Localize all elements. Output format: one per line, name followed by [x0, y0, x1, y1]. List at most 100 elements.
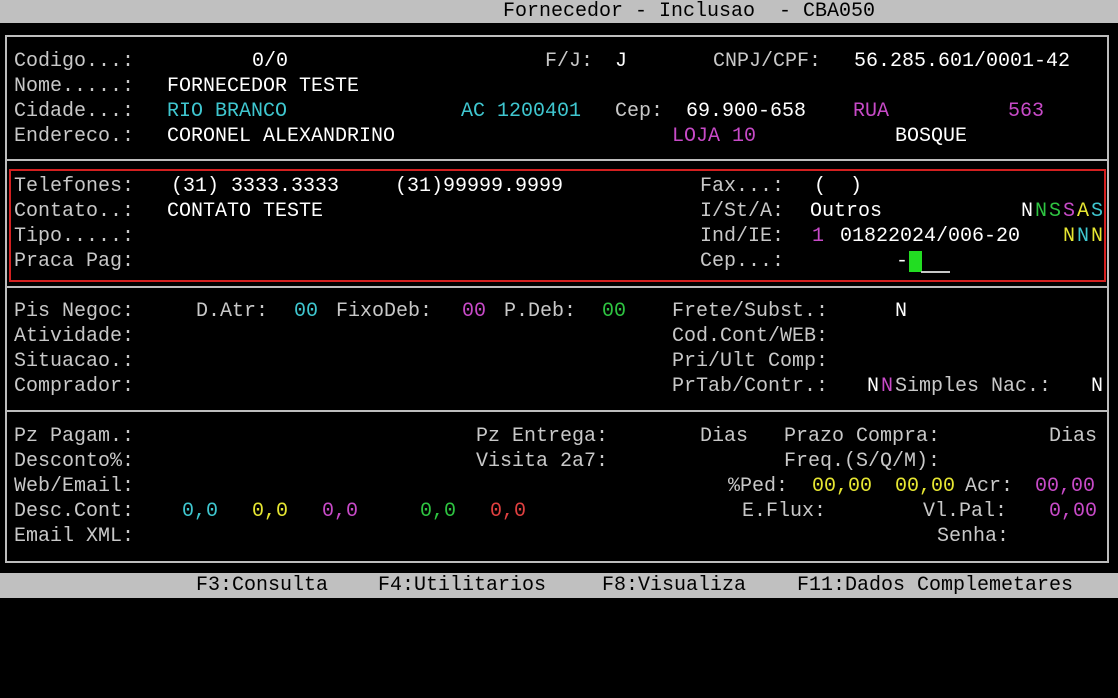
desccont-value-4[interactable]: 0,0	[420, 499, 456, 524]
webemail-label: Web/Email:	[14, 475, 135, 498]
frete-label: Frete/Subst.:	[672, 300, 829, 323]
ped-value-1[interactable]: 00,00	[812, 474, 872, 499]
flag-n1[interactable]: N	[1021, 199, 1033, 224]
section-divider	[5, 159, 1109, 161]
ie-flag-2[interactable]: N	[1077, 224, 1089, 249]
endereco-label: Endereco.:	[14, 125, 135, 148]
codcont-label: Cod.Cont/WEB:	[672, 325, 829, 348]
dias-label-2: Dias	[1049, 425, 1098, 448]
desccont-value-2[interactable]: 0,0	[252, 499, 288, 524]
pis-label: Pis Negoc:	[14, 300, 135, 323]
text-cursor[interactable]	[909, 251, 922, 272]
visita-label: Visita 2a7:	[476, 450, 609, 473]
ped-label: %Ped:	[728, 475, 789, 498]
cep-label: Cep:	[615, 100, 664, 123]
endereco-value[interactable]: CORONEL ALEXANDRINO	[167, 124, 395, 149]
ie-flag-3[interactable]: N	[1091, 224, 1103, 249]
nome-value[interactable]: FORNECEDOR TESTE	[167, 74, 359, 99]
bairro-value[interactable]: BOSQUE	[895, 124, 967, 149]
priult-label: Pri/Ult Comp:	[672, 350, 829, 373]
flag-s2[interactable]: S	[1063, 199, 1075, 224]
prtab-label: PrTab/Contr.:	[672, 375, 829, 398]
prtab-value-2[interactable]: N	[881, 374, 893, 399]
atividade-label: Atividade:	[14, 325, 135, 348]
address-number[interactable]: 563	[1008, 99, 1044, 124]
cnpj-value[interactable]: 56.285.601/0001-42	[854, 49, 1070, 74]
cep-value[interactable]: 69.900-658	[686, 99, 806, 124]
praca-label: Praca Pag:	[14, 250, 135, 273]
f3-consulta-key[interactable]: F3:Consulta	[196, 573, 328, 598]
logradouro-type[interactable]: RUA	[853, 99, 889, 124]
prazocompra-label: Prazo Compra:	[784, 425, 941, 448]
contato-label: Contato..:	[14, 200, 135, 223]
datr-label: D.Atr:	[196, 300, 269, 323]
flag-n2[interactable]: N	[1035, 199, 1047, 224]
ie-flag-1[interactable]: N	[1063, 224, 1075, 249]
cidade-value[interactable]: RIO BRANCO	[167, 99, 287, 124]
vlpal-label: Vl.Pal:	[923, 500, 1008, 523]
section-divider	[5, 410, 1109, 412]
ped-value-2[interactable]: 00,00	[895, 474, 955, 499]
ista-value[interactable]: Outros	[810, 199, 882, 224]
senha-label: Senha:	[937, 525, 1010, 548]
pzentrega-label: Pz Entrega:	[476, 425, 609, 448]
f8-visualiza-key[interactable]: F8:Visualiza	[602, 573, 746, 598]
fj-label: F/J:	[545, 50, 594, 73]
telefone2-value[interactable]: (31)99999.9999	[395, 174, 563, 199]
emailxml-label: Email XML:	[14, 525, 135, 548]
prtab-value-1[interactable]: N	[867, 374, 879, 399]
desccont-value-3[interactable]: 0,0	[322, 499, 358, 524]
nome-label: Nome.....:	[14, 75, 135, 98]
flag-s1[interactable]: S	[1049, 199, 1061, 224]
cep2-dash: -	[896, 250, 909, 273]
freq-label: Freq.(S/Q/M):	[784, 450, 941, 473]
fixodeb-label: FixoDeb:	[336, 300, 433, 323]
section-divider	[5, 286, 1109, 288]
ista-label: I/St/A:	[700, 200, 785, 223]
cep2-label: Cep...:	[700, 250, 785, 273]
simples-label: Simples Nac.:	[895, 375, 1052, 398]
uf-code: AC 1200401	[461, 100, 582, 123]
complemento-value[interactable]: LOJA 10	[672, 124, 756, 149]
contato-value[interactable]: CONTATO TESTE	[167, 199, 323, 224]
telefones-label: Telefones:	[14, 175, 135, 198]
codigo-value[interactable]: 0/0	[252, 49, 288, 74]
fax-value[interactable]: ( )	[814, 174, 862, 199]
fj-value[interactable]: J	[615, 49, 627, 74]
pzpagam-label: Pz Pagam.:	[14, 425, 135, 448]
desccont-value-1[interactable]: 0,0	[182, 499, 218, 524]
eflux-label: E.Flux:	[742, 500, 827, 523]
desccont-label: Desc.Cont:	[14, 500, 135, 523]
tipo-label: Tipo.....:	[14, 225, 135, 248]
comprador-label: Comprador:	[14, 375, 135, 398]
function-key-bar: F3:Consulta F4:Utilitarios F8:Visualiza …	[0, 573, 1118, 598]
pdeb-label: P.Deb:	[504, 300, 577, 323]
dias-label-1: Dias	[700, 425, 749, 448]
indie-label: Ind/IE:	[700, 225, 785, 248]
simples-value[interactable]: N	[1091, 374, 1103, 399]
cep2-input-underline[interactable]	[921, 271, 950, 273]
fixodeb-value[interactable]: 00	[462, 299, 486, 324]
ind-value[interactable]: 1	[812, 224, 824, 249]
codigo-label: Codigo...:	[14, 50, 135, 73]
pdeb-value[interactable]: 00	[602, 299, 626, 324]
f4-utilitarios-key[interactable]: F4:Utilitarios	[378, 573, 546, 598]
acr-value[interactable]: 00,00	[1035, 474, 1095, 499]
desccont-value-5[interactable]: 0,0	[490, 499, 526, 524]
acr-label: Acr:	[965, 475, 1014, 498]
frete-value[interactable]: N	[895, 299, 907, 324]
desconto-label: Desconto%:	[14, 450, 135, 473]
situacao-label: Situacao.:	[14, 350, 135, 373]
telefone1-value[interactable]: (31) 3333.3333	[171, 174, 339, 199]
datr-value[interactable]: 00	[294, 299, 318, 324]
ie-value[interactable]: 01822024/006-20	[840, 224, 1020, 249]
fax-label: Fax...:	[700, 175, 785, 198]
cnpj-label: CNPJ/CPF:	[713, 50, 822, 73]
vlpal-value[interactable]: 0,00	[1049, 499, 1097, 524]
title-bar: Fornecedor - Inclusao - CBA050	[0, 0, 1118, 23]
window-title: Fornecedor - Inclusao - CBA050	[503, 0, 876, 23]
flag-a[interactable]: A	[1077, 199, 1089, 224]
flag-s3[interactable]: S	[1091, 199, 1103, 224]
f11-dados-key[interactable]: F11:Dados Complemetares	[797, 573, 1073, 598]
cidade-label: Cidade...:	[14, 100, 135, 123]
